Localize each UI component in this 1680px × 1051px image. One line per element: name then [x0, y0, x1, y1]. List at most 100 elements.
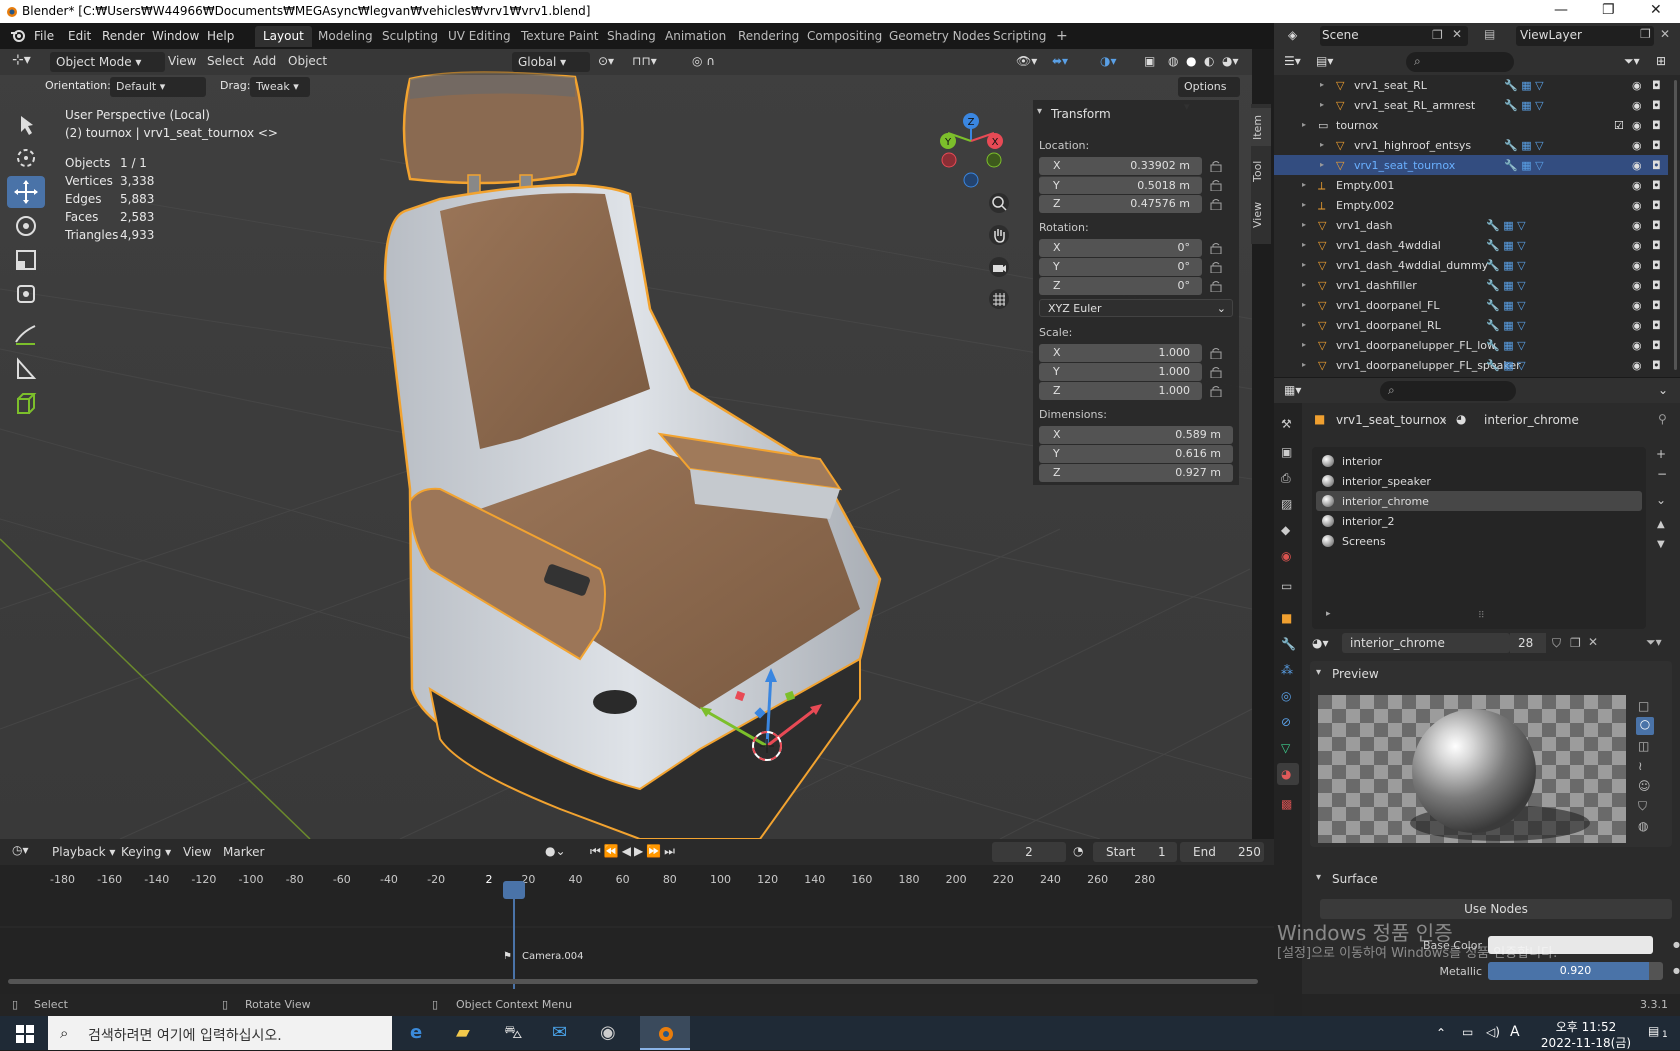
outliner-row[interactable]: ▸ ▽ vrv1_dashfiller 🔧 ▦ ▽ ◉ ◘: [1274, 275, 1668, 295]
shading-rendered-icon[interactable]: ◕▾: [1222, 54, 1239, 68]
tab-compositing[interactable]: Compositing: [799, 26, 890, 47]
windows-start-icon[interactable]: [16, 1025, 34, 1043]
outliner-row[interactable]: ▸ ▽ vrv1_doorpanel_RL 🔧 ▦ ▽ ◉ ◘: [1274, 315, 1668, 335]
outliner-row[interactable]: ▸ ⟂ Empty.001 ◉ ◘: [1274, 175, 1668, 195]
expand-arrow-icon[interactable]: ▸: [1302, 280, 1306, 289]
render-camera-icon[interactable]: ◘: [1652, 219, 1661, 232]
eye-icon[interactable]: ◉: [1632, 259, 1642, 272]
outliner-row[interactable]: ▸ ▽ vrv1_doorpanelupper_FL_speaker 🔧 ▦ ▽ ◉ ◘: [1274, 355, 1668, 375]
preview-flat-icon[interactable]: □: [1638, 699, 1649, 713]
taskbar-date[interactable]: 2022-11-18(금): [1536, 1034, 1636, 1051]
move-slot-up-icon[interactable]: ▲: [1657, 519, 1665, 530]
render-camera-icon[interactable]: ◘: [1652, 299, 1661, 312]
render-camera-icon[interactable]: ◘: [1652, 279, 1661, 292]
eye-icon[interactable]: ◉: [1632, 239, 1642, 252]
orientation-dropdown[interactable]: Default ▾: [110, 77, 206, 97]
close-window-button[interactable]: ✕: [1650, 2, 1662, 18]
sidebar-tab-tool[interactable]: Tool: [1251, 152, 1271, 190]
move-slot-down-icon[interactable]: ▼: [1657, 539, 1665, 550]
lock-icon[interactable]: [1210, 261, 1222, 273]
visibility-icon[interactable]: 👁▾: [1016, 54, 1037, 68]
expand-arrow-icon[interactable]: ▸: [1302, 200, 1306, 209]
drag-dropdown[interactable]: Tweak ▾: [250, 77, 310, 97]
material-slot-item[interactable]: interior_2: [1316, 511, 1642, 531]
tray-chevron-icon[interactable]: ⌃: [1436, 1026, 1446, 1040]
scene-icon[interactable]: ◈: [1288, 28, 1297, 42]
dimensions-z-field[interactable]: Z 0.927 m: [1039, 464, 1233, 482]
ime-indicator[interactable]: A: [1510, 1024, 1520, 1040]
material-slot-item[interactable]: interior_speaker: [1316, 471, 1642, 491]
lock-icon[interactable]: [1210, 160, 1222, 172]
snap-icon[interactable]: ⊓⊓▾: [632, 54, 657, 68]
app-icon[interactable]: ◉: [600, 1022, 616, 1043]
expand-list-icon[interactable]: ▸: [1326, 609, 1331, 619]
outliner-row[interactable]: ▸ ▽ vrv1_dash 🔧 ▦ ▽ ◉ ◘: [1274, 215, 1668, 235]
preview-section-title[interactable]: Preview: [1332, 667, 1379, 681]
menu-help[interactable]: Help: [207, 29, 234, 43]
modifier-icon[interactable]: 🔧 ▦ ▽: [1504, 79, 1544, 92]
xray-icon[interactable]: ▣: [1144, 54, 1155, 68]
eye-icon[interactable]: ◉: [1632, 319, 1642, 332]
remove-slot-icon[interactable]: −: [1657, 467, 1667, 481]
outliner-row[interactable]: ▸ ▭ tournox ☑ ◉ ◘: [1274, 115, 1668, 135]
annotate-tool-icon[interactable]: [7, 318, 45, 350]
surface-section-title[interactable]: Surface: [1332, 872, 1378, 886]
location-x-field[interactable]: X 0.33902 m: [1039, 157, 1202, 175]
viewlayer-icon[interactable]: ▤: [1484, 27, 1495, 41]
eye-icon[interactable]: ◉: [1632, 119, 1642, 132]
render-camera-icon[interactable]: ◘: [1652, 319, 1661, 332]
menu-timeline-view[interactable]: View: [183, 845, 211, 859]
outliner-row[interactable]: ▸ ▽ vrv1_seat_tournox 🔧 ▦ ▽ ◉ ◘: [1274, 155, 1668, 175]
use-nodes-button[interactable]: Use Nodes: [1320, 899, 1672, 919]
menu-add[interactable]: Add: [253, 54, 276, 68]
add-workspace-button[interactable]: +: [1048, 26, 1076, 47]
physics-tab-icon[interactable]: ◎: [1281, 689, 1291, 703]
pan-hand-icon[interactable]: [988, 224, 1010, 246]
render-camera-icon[interactable]: ◘: [1652, 179, 1661, 192]
modifier-icon[interactable]: 🔧 ▦ ▽: [1486, 219, 1526, 232]
outliner-row[interactable]: ▸ ▽ vrv1_seat_RL_armrest 🔧 ▦ ▽ ◉ ◘: [1274, 95, 1668, 115]
outliner-search-input[interactable]: [1406, 52, 1514, 72]
expand-arrow-icon[interactable]: ▸: [1302, 240, 1306, 249]
measure-tool-icon[interactable]: [7, 352, 45, 384]
location-z-field[interactable]: Z 0.47576 m: [1039, 195, 1202, 213]
transform-section-title[interactable]: Transform: [1051, 107, 1111, 121]
lock-icon[interactable]: [1210, 280, 1222, 292]
pivot-icon[interactable]: ⊙▾: [598, 54, 614, 68]
edge-icon[interactable]: e: [410, 1022, 422, 1043]
transform-orientation-dropdown[interactable]: Global ▾: [512, 52, 590, 72]
rotate-tool-icon[interactable]: [7, 210, 45, 242]
expand-arrow-icon[interactable]: ▸: [1320, 100, 1324, 109]
tab-modeling[interactable]: Modeling: [310, 26, 381, 47]
editor-type-icon[interactable]: ◷▾: [12, 843, 29, 857]
menu-playback[interactable]: Playback ▾: [52, 845, 115, 859]
expand-arrow-icon[interactable]: ▸: [1302, 260, 1306, 269]
modifier-icon[interactable]: 🔧 ▦ ▽: [1486, 279, 1526, 292]
outliner-row[interactable]: ▸ ▽ vrv1_seat_RL 🔧 ▦ ▽ ◉ ◘: [1274, 75, 1668, 95]
preview-fluid-icon[interactable]: ◍: [1638, 819, 1648, 833]
material-slot-item[interactable]: Screens: [1316, 531, 1642, 551]
clock-icon[interactable]: ◔: [1073, 844, 1083, 858]
menu-keying[interactable]: Keying ▾: [121, 845, 171, 859]
scene-tab-icon[interactable]: ◆: [1281, 523, 1290, 537]
filter-icon[interactable]: ⏷▾: [1624, 54, 1640, 69]
menu-object[interactable]: Object: [288, 54, 327, 68]
material-slot-item[interactable]: interior: [1316, 451, 1642, 471]
delete-scene-icon[interactable]: ✕: [1452, 27, 1462, 41]
preview-sphere-icon[interactable]: ○: [1636, 717, 1654, 735]
object-tab-icon[interactable]: ■: [1281, 611, 1292, 625]
menu-file[interactable]: File: [34, 29, 54, 43]
minimize-button[interactable]: —: [1554, 2, 1568, 18]
rotation-mode-dropdown[interactable]: XYZ Euler ⌄: [1039, 299, 1233, 317]
eye-icon[interactable]: ◉: [1632, 279, 1642, 292]
record-icon[interactable]: ●⌄: [545, 844, 566, 858]
outliner-scrollbar[interactable]: [1674, 80, 1677, 370]
file-explorer-icon[interactable]: ▰: [456, 1022, 470, 1043]
modifier-icon[interactable]: 🔧 ▦ ▽: [1486, 319, 1526, 332]
render-camera-icon[interactable]: ◘: [1652, 239, 1661, 252]
eye-icon[interactable]: ◉: [1632, 199, 1642, 212]
transform-tool-icon[interactable]: [7, 278, 45, 310]
cursor-tool-icon[interactable]: [7, 142, 45, 174]
preview-monkey-icon[interactable]: ☺: [1638, 779, 1651, 793]
tab-geometry-nodes[interactable]: Geometry Nodes: [881, 26, 998, 47]
